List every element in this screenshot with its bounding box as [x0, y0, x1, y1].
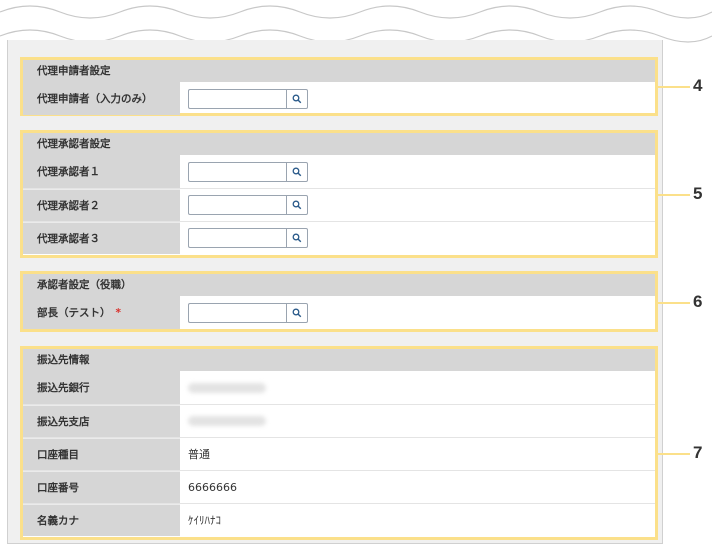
- search-button[interactable]: [286, 302, 308, 323]
- approver-role-section: 承認者設定（役職） 部長（テスト） *: [20, 271, 658, 332]
- callout-line-6: [656, 302, 690, 304]
- field-label-text: 部長（テスト）: [37, 307, 111, 319]
- field-label: 代理申請者（入力のみ）: [23, 82, 180, 115]
- magnifier-icon: [292, 167, 302, 176]
- info-row: 振込先支店: [23, 404, 655, 437]
- magnifier-icon: [292, 233, 302, 243]
- form-row: 部長（テスト） *: [23, 296, 655, 329]
- proxy-approver-2-search: [188, 195, 308, 215]
- search-button[interactable]: [286, 88, 308, 109]
- magnifier-icon: [292, 94, 302, 103]
- proxy-approver-1-input[interactable]: [188, 161, 286, 182]
- blurred-branch-name: [188, 416, 266, 426]
- callout-number-7: 7: [693, 443, 703, 462]
- field-label: 代理承認者３: [23, 222, 180, 254]
- proxy-approver-3-search: [188, 228, 308, 248]
- form-row: 代理申請者（入力のみ）: [23, 82, 655, 115]
- info-row: 名義カナ ｹｲﾘﾊﾅｺ: [23, 503, 655, 536]
- info-row: 振込先銀行: [23, 371, 655, 404]
- magnifier-icon: [292, 200, 302, 210]
- proxy-applicant-section: 代理申請者設定 代理申請者（入力のみ）: [20, 57, 658, 116]
- form-row: 代理承認者３: [23, 221, 655, 254]
- field-label: 口座種目: [23, 438, 180, 470]
- search-button[interactable]: [286, 161, 308, 182]
- field-label: 振込先支店: [23, 405, 180, 437]
- magnifier-icon: [292, 308, 302, 317]
- blurred-bank-name: [188, 382, 266, 393]
- callout-number-6: 6: [693, 292, 703, 311]
- section-title: 代理承認者設定: [23, 133, 655, 155]
- field-label: 代理承認者１: [23, 155, 180, 188]
- field-label: 口座番号: [23, 471, 180, 503]
- field-label: 名義カナ: [23, 504, 180, 536]
- callout-number-4: 4: [693, 76, 703, 95]
- section-title: 承認者設定（役職）: [23, 274, 655, 296]
- info-row: 口座種目 普通: [23, 437, 655, 470]
- field-value: 6666666: [188, 480, 237, 494]
- field-value: 普通: [188, 448, 210, 461]
- field-label: 代理承認者２: [23, 189, 180, 221]
- callout-line-7: [656, 453, 690, 455]
- proxy-approver-3-input[interactable]: [188, 228, 286, 248]
- proxy-approver-section: 代理承認者設定 代理承認者１ 代理承認者２ 代理承認者３: [20, 130, 658, 258]
- department-head-search: [188, 302, 308, 323]
- search-button[interactable]: [286, 228, 308, 248]
- department-head-input[interactable]: [188, 302, 286, 323]
- settings-panel: 代理申請者設定 代理申請者（入力のみ） 代理承認者設定 代理承認者１ 代理承認者…: [7, 40, 663, 544]
- proxy-applicant-input[interactable]: [188, 88, 286, 109]
- field-value: ｹｲﾘﾊﾅｺ: [188, 514, 221, 527]
- form-row: 代理承認者１: [23, 155, 655, 188]
- proxy-applicant-search: [188, 88, 308, 109]
- transfer-info-section: 振込先情報 振込先銀行 振込先支店 口座種目 普通 口座番号 6666666 名…: [20, 346, 658, 540]
- field-label: 振込先銀行: [23, 371, 180, 404]
- section-title: 代理申請者設定: [23, 60, 655, 82]
- callout-number-5: 5: [693, 184, 703, 203]
- section-title: 振込先情報: [23, 349, 655, 371]
- search-button[interactable]: [286, 195, 308, 215]
- callout-line-4: [656, 86, 690, 88]
- field-label: 部長（テスト） *: [23, 296, 180, 329]
- proxy-approver-1-search: [188, 161, 308, 182]
- callout-line-5: [656, 194, 690, 196]
- form-row: 代理承認者２: [23, 188, 655, 221]
- info-row: 口座番号 6666666: [23, 470, 655, 503]
- proxy-approver-2-input[interactable]: [188, 195, 286, 215]
- required-mark: *: [115, 306, 122, 319]
